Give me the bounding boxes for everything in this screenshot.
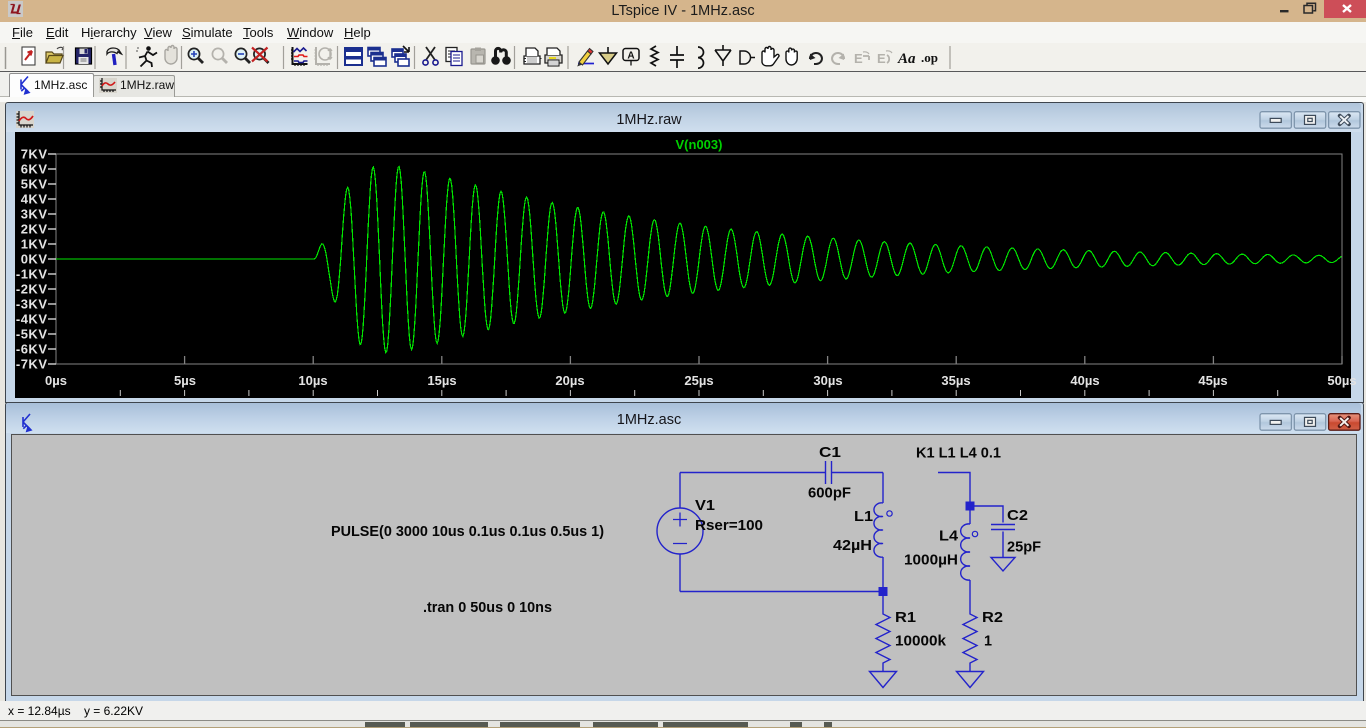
svg-text:600pF: 600pF <box>808 485 851 502</box>
svg-text:-1KV: -1KV <box>16 267 48 282</box>
svg-text:A: A <box>627 51 634 62</box>
svg-text:25pF: 25pF <box>1007 539 1041 556</box>
svg-text:-5KV: -5KV <box>16 327 48 342</box>
svg-text:C2: C2 <box>1007 507 1028 524</box>
svg-text:V(n003): V(n003) <box>676 137 723 152</box>
svg-text:7KV: 7KV <box>21 147 48 162</box>
svg-text:2KV: 2KV <box>21 222 48 237</box>
svg-text:Aa: Aa <box>897 51 916 67</box>
svg-text:-3KV: -3KV <box>16 297 48 312</box>
svg-text:K1 L1 L4 0.1: K1 L1 L4 0.1 <box>916 445 1001 462</box>
svg-text:Rser=100: Rser=100 <box>695 517 763 534</box>
svg-text:20µs: 20µs <box>555 373 584 388</box>
svg-text:L4: L4 <box>939 528 959 545</box>
svg-text:E: E <box>854 51 863 66</box>
svg-text:0µs: 0µs <box>45 373 67 388</box>
svg-text:C1: C1 <box>819 444 841 461</box>
svg-text:V1: V1 <box>695 497 715 514</box>
svg-text:15µs: 15µs <box>427 373 456 388</box>
svg-text:45µs: 45µs <box>1198 373 1227 388</box>
svg-text:-4KV: -4KV <box>16 312 48 327</box>
svg-text:0KV: 0KV <box>21 252 48 267</box>
svg-text:-7KV: -7KV <box>16 357 48 372</box>
svg-text:3KV: 3KV <box>21 207 48 222</box>
svg-text:50µs: 50µs <box>1327 373 1356 388</box>
svg-text:5KV: 5KV <box>21 177 48 192</box>
svg-text:5µs: 5µs <box>174 373 196 388</box>
svg-text:.tran 0 50us 0 10ns: .tran 0 50us 0 10ns <box>423 599 552 616</box>
svg-text:-6KV: -6KV <box>16 342 48 357</box>
svg-text:40µs: 40µs <box>1070 373 1099 388</box>
svg-text:1000µH: 1000µH <box>904 552 958 569</box>
svg-text:L1: L1 <box>854 508 873 525</box>
svg-text:42µH: 42µH <box>833 537 872 554</box>
svg-text:.op: .op <box>921 50 938 65</box>
svg-text:1: 1 <box>984 633 992 650</box>
svg-text:6KV: 6KV <box>21 162 48 177</box>
svg-text:10000k: 10000k <box>895 633 947 650</box>
svg-text:35µs: 35µs <box>941 373 970 388</box>
svg-text:30µs: 30µs <box>813 373 842 388</box>
svg-text:-2KV: -2KV <box>16 282 48 297</box>
svg-text:10µs: 10µs <box>298 373 327 388</box>
svg-text:PULSE(0 3000 10us 0.1us 0.1us: PULSE(0 3000 10us 0.1us 0.1us 0.5us 1) <box>331 523 604 540</box>
svg-text:4KV: 4KV <box>21 192 48 207</box>
svg-text:25µs: 25µs <box>684 373 713 388</box>
svg-text:R1: R1 <box>895 609 916 626</box>
svg-text:E: E <box>877 51 886 66</box>
svg-text:1KV: 1KV <box>21 237 48 252</box>
svg-text:R2: R2 <box>982 609 1003 626</box>
